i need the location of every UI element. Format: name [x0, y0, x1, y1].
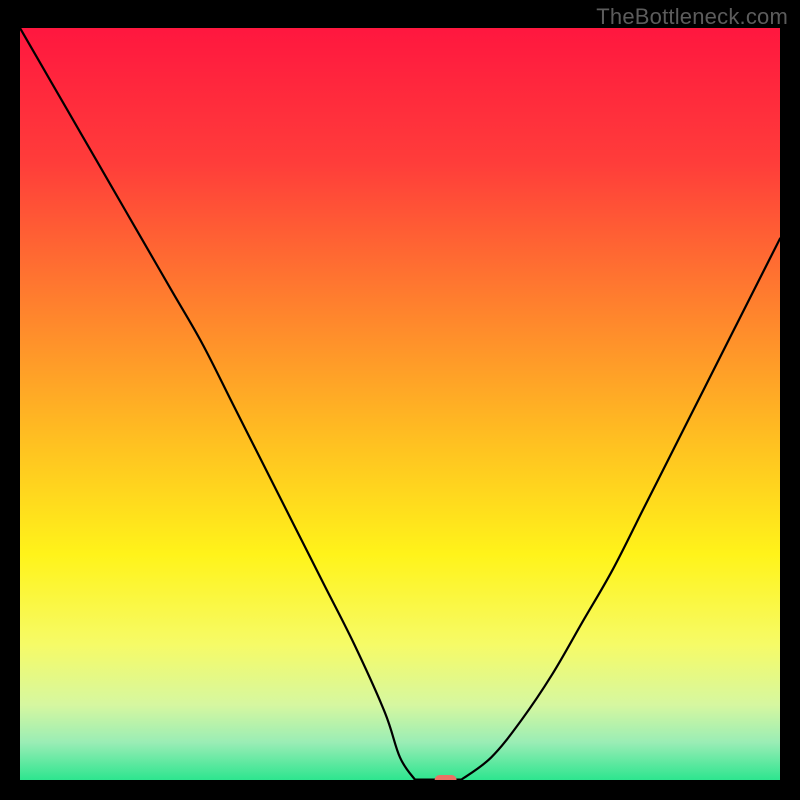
- watermark-text: TheBottleneck.com: [596, 4, 788, 30]
- curve-right-segment: [461, 239, 780, 780]
- curve-left-segment: [20, 28, 415, 780]
- chart-frame: TheBottleneck.com: [0, 0, 800, 800]
- bottleneck-curve: [20, 28, 780, 780]
- plot-area: [20, 28, 780, 780]
- optimum-marker: [435, 775, 457, 780]
